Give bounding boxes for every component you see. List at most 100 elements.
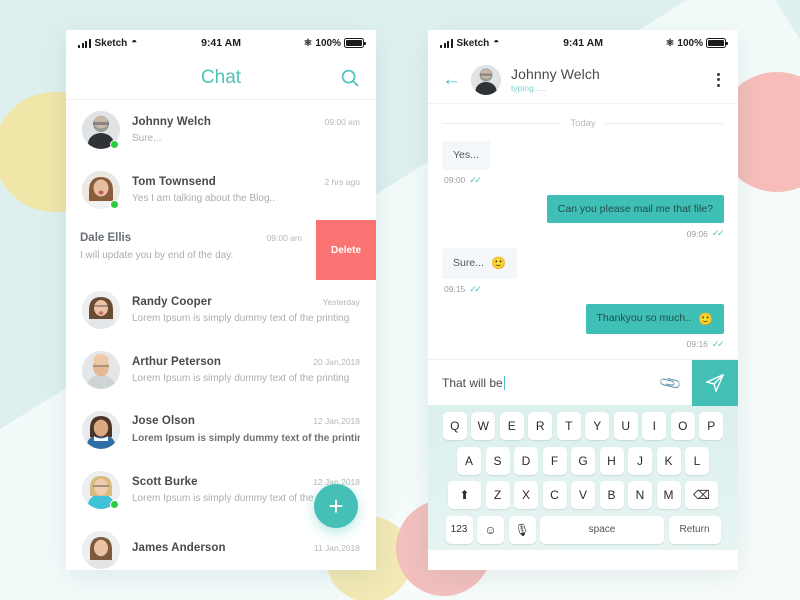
contact-name: Dale Ellis bbox=[80, 232, 132, 244]
key-z[interactable]: Z bbox=[485, 481, 510, 510]
key-p[interactable]: P bbox=[699, 412, 724, 440]
list-item[interactable]: Jose Olson 12 Jan,2018 Lorem Ipsum is si… bbox=[66, 400, 376, 460]
message-time: 12 Jan,2018 bbox=[313, 416, 360, 426]
avatar bbox=[82, 531, 120, 569]
key-l[interactable]: L bbox=[685, 446, 709, 475]
more-vertical-icon[interactable] bbox=[713, 69, 724, 91]
message-bubble[interactable]: Thankyou so much.. 🙂 bbox=[585, 303, 724, 334]
key-w[interactable]: W bbox=[471, 412, 496, 440]
message-time: Yesterday bbox=[322, 297, 361, 307]
message-preview: Lorem Ipsum is simply dummy text of the … bbox=[132, 313, 350, 324]
message-bubble[interactable]: Can you please mail me that file? bbox=[546, 194, 724, 224]
list-item-body: Tom Townsend 2 hrs ago Yes I am talking … bbox=[132, 176, 360, 204]
message-meta: 09:06 ✓✓ bbox=[442, 228, 725, 239]
swipe-row-body: Dale Ellis 09:00 am I will update you by… bbox=[66, 220, 316, 280]
avatar[interactable] bbox=[471, 64, 501, 95]
return-key[interactable]: Return bbox=[668, 515, 721, 544]
key-k[interactable]: K bbox=[656, 446, 681, 475]
phone-conversation: Sketch ◓ 9:41 AM ⚛ 100% ← Johnny Welch t… bbox=[428, 30, 738, 570]
key-g[interactable]: G bbox=[571, 446, 595, 475]
signal-strength-icon bbox=[440, 38, 453, 48]
message-meta: 09:15 ✓✓ bbox=[442, 284, 724, 295]
conversation-meta: Johnny Welch typing..... bbox=[511, 66, 703, 93]
key-i[interactable]: I bbox=[642, 412, 667, 440]
shift-key-icon[interactable]: ⬆ bbox=[448, 481, 481, 510]
read-receipt-icon: ✓✓ bbox=[469, 174, 482, 185]
contact-name: Tom Townsend bbox=[132, 176, 216, 188]
paperclip-icon[interactable]: 📎 bbox=[648, 363, 693, 402]
key-v[interactable]: V bbox=[571, 481, 595, 510]
message-time: 09:00 bbox=[444, 175, 466, 186]
avatar bbox=[82, 291, 120, 329]
message-text: Can you please mail me that file? bbox=[557, 202, 713, 215]
separator-line-right bbox=[604, 123, 725, 124]
key-q[interactable]: Q bbox=[442, 412, 467, 440]
keyboard-row-2: A S D F G H J K L bbox=[431, 446, 735, 475]
message-text: Yes... bbox=[453, 149, 479, 161]
microphone-key-icon[interactable]: 🎙 bbox=[508, 515, 536, 544]
key-f[interactable]: F bbox=[542, 446, 567, 475]
conversation-list[interactable]: Johnny Welch 09:00 am Sure... Tom Townse… bbox=[66, 100, 376, 570]
list-item[interactable]: James Anderson 11 Jan,2018 bbox=[66, 520, 376, 570]
key-n[interactable]: N bbox=[628, 481, 652, 510]
key-x[interactable]: X bbox=[514, 481, 538, 510]
conversation-header: ← Johnny Welch typing..... bbox=[428, 56, 738, 104]
list-item-body: Arthur Peterson 20 Jan,2018 Lorem Ipsum … bbox=[132, 356, 360, 384]
key-b[interactable]: B bbox=[599, 481, 624, 510]
list-item-body: Johnny Welch 09:00 am Sure... bbox=[132, 116, 360, 144]
message-bubble[interactable]: Sure... 🙂 bbox=[442, 248, 517, 279]
message-meta: 09:16 ✓✓ bbox=[442, 338, 725, 350]
message-time: 2 hrs ago bbox=[324, 177, 360, 187]
typing-status: typing..... bbox=[511, 83, 546, 93]
list-item[interactable]: Johnny Welch 09:00 am Sure... bbox=[66, 100, 376, 160]
key-d[interactable]: D bbox=[514, 446, 538, 475]
space-key[interactable]: space bbox=[540, 515, 664, 544]
status-bar-left-group: Sketch ◓ bbox=[78, 38, 201, 49]
virtual-keyboard[interactable]: Q W E R T Y U I O P A S D F G H J K L ⬆ … bbox=[428, 405, 738, 550]
numbers-key[interactable]: 123 bbox=[445, 515, 473, 544]
key-r[interactable]: R bbox=[528, 412, 553, 440]
key-y[interactable]: Y bbox=[585, 412, 610, 440]
send-button[interactable] bbox=[692, 359, 738, 406]
key-m[interactable]: M bbox=[656, 481, 681, 510]
key-s[interactable]: S bbox=[485, 446, 510, 475]
read-receipt-icon: ✓✓ bbox=[469, 283, 482, 294]
read-receipt-icon: ✓✓ bbox=[711, 338, 725, 349]
list-item[interactable]: Arthur Peterson 20 Jan,2018 Lorem Ipsum … bbox=[66, 340, 376, 400]
carrier-label: Sketch bbox=[94, 37, 128, 49]
message-input[interactable]: That will be bbox=[428, 375, 649, 390]
key-e[interactable]: E bbox=[499, 412, 524, 440]
avatar bbox=[82, 471, 120, 509]
list-item[interactable]: Tom Townsend 2 hrs ago Yes I am talking … bbox=[66, 160, 376, 220]
key-h[interactable]: H bbox=[599, 446, 624, 475]
key-t[interactable]: T bbox=[556, 412, 581, 440]
swipe-row-dale-ellis[interactable]: Dale Ellis 09:00 am I will update you by… bbox=[66, 220, 376, 280]
search-icon[interactable] bbox=[340, 68, 360, 88]
contact-name: Johnny Welch bbox=[132, 116, 211, 128]
bluetooth-icon: ⚛ bbox=[665, 37, 675, 49]
delete-button[interactable]: Delete bbox=[316, 220, 376, 280]
key-a[interactable]: A bbox=[457, 446, 481, 475]
list-item[interactable]: Randy Cooper Yesterday Lorem Ipsum is si… bbox=[66, 280, 376, 340]
message-row: Can you please mail me that file? 09:06 … bbox=[442, 194, 725, 240]
key-c[interactable]: C bbox=[542, 481, 567, 510]
send-plane-icon bbox=[706, 373, 724, 392]
new-chat-fab[interactable]: + bbox=[314, 484, 358, 528]
online-indicator bbox=[110, 500, 119, 509]
chat-list-header: Chat bbox=[66, 56, 376, 100]
back-arrow-icon[interactable]: ← bbox=[442, 70, 461, 89]
key-o[interactable]: O bbox=[670, 412, 695, 440]
wifi-icon: ◓ bbox=[131, 37, 138, 48]
backspace-key-icon[interactable]: ⌫ bbox=[685, 481, 718, 510]
read-receipt-icon: ✓✓ bbox=[711, 228, 725, 239]
contact-name: Johnny Welch bbox=[511, 66, 600, 82]
avatar bbox=[82, 351, 120, 389]
message-thread: Today Yes... 09:00 ✓✓ Can you please mai… bbox=[428, 104, 738, 359]
screenshot-canvas: Sketch ◓ 9:41 AM ⚛ 100% Chat Johnny Welc… bbox=[0, 0, 800, 600]
battery-percent: 100% bbox=[677, 37, 703, 49]
message-bubble[interactable]: Yes... bbox=[442, 141, 490, 170]
emoji-key-icon[interactable]: ☺ bbox=[477, 515, 504, 544]
message-text: Thankyou so much.. bbox=[596, 312, 692, 325]
key-j[interactable]: J bbox=[628, 446, 652, 475]
key-u[interactable]: U bbox=[613, 412, 638, 440]
